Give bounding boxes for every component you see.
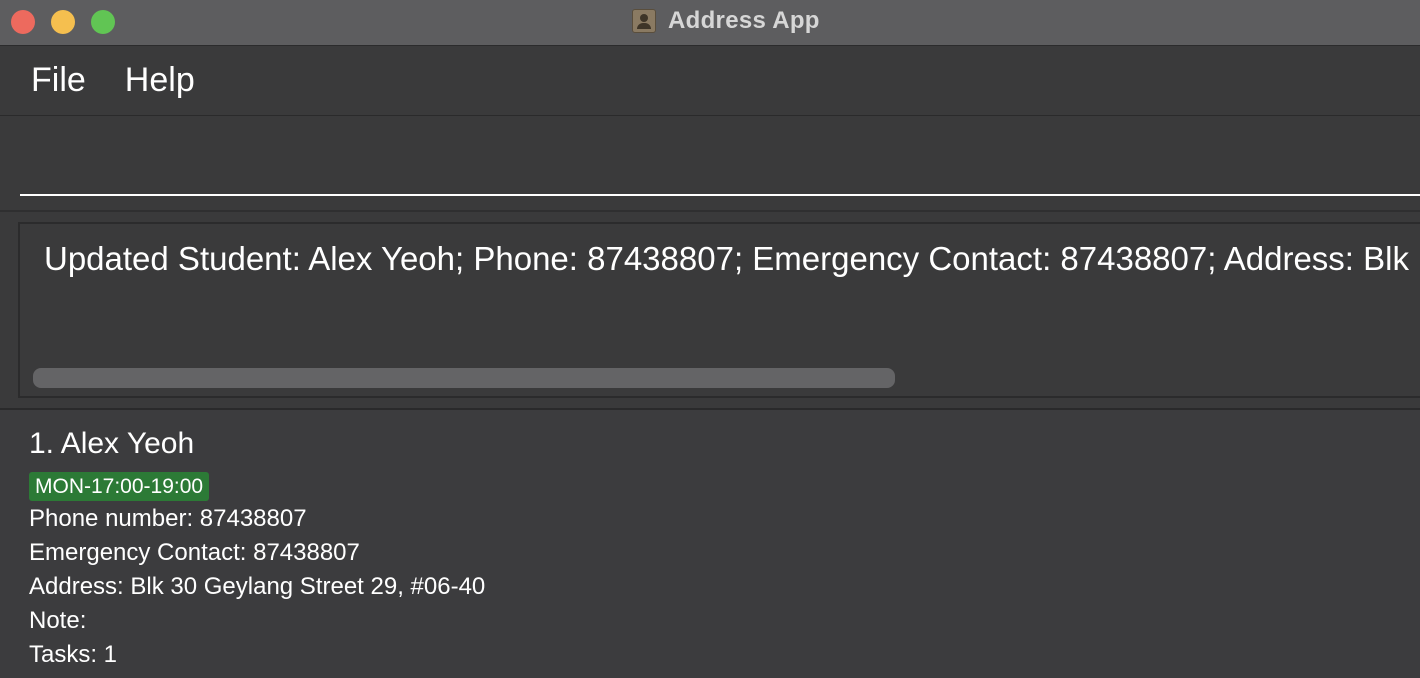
result-display-container: Updated Student: Alex Yeoh; Phone: 87438…: [0, 212, 1420, 410]
window-title-group: Address App: [632, 6, 820, 36]
title-bar[interactable]: Address App: [0, 0, 1420, 46]
person-card[interactable]: 1. Alex Yeoh MON-17:00-19:00 Phone numbe…: [29, 424, 1409, 672]
person-phone: Phone number: 87438807: [29, 505, 307, 532]
window-title: Address App: [668, 7, 820, 34]
command-input[interactable]: [20, 126, 1420, 196]
result-message: Updated Student: Alex Yeoh; Phone: 87438…: [44, 240, 1409, 277]
command-box-container: [0, 116, 1420, 212]
person-list[interactable]: 1. Alex Yeoh MON-17:00-19:00 Phone numbe…: [0, 410, 1420, 678]
minimize-window-button[interactable]: [51, 10, 75, 34]
menu-bar: File Help: [0, 46, 1420, 116]
result-display[interactable]: Updated Student: Alex Yeoh; Phone: 87438…: [18, 222, 1420, 398]
person-note: Note:: [29, 607, 87, 634]
horizontal-scrollbar[interactable]: [33, 368, 895, 388]
menu-file[interactable]: File: [31, 61, 86, 100]
person-address: Address: Blk 30 Geylang Street 29, #06-4…: [29, 573, 486, 600]
person-name: 1. Alex Yeoh: [29, 427, 195, 460]
app-window: Address App File Help Updated Student: A…: [0, 0, 1420, 678]
maximize-window-button[interactable]: [91, 10, 115, 34]
menu-help[interactable]: Help: [125, 61, 195, 100]
schedule-tag: MON-17:00-19:00: [29, 472, 210, 501]
address-book-icon: [632, 9, 656, 33]
close-window-button[interactable]: [11, 10, 35, 34]
person-emergency-contact: Emergency Contact: 87438807: [29, 539, 360, 566]
person-tasks: Tasks: 1: [29, 641, 118, 668]
